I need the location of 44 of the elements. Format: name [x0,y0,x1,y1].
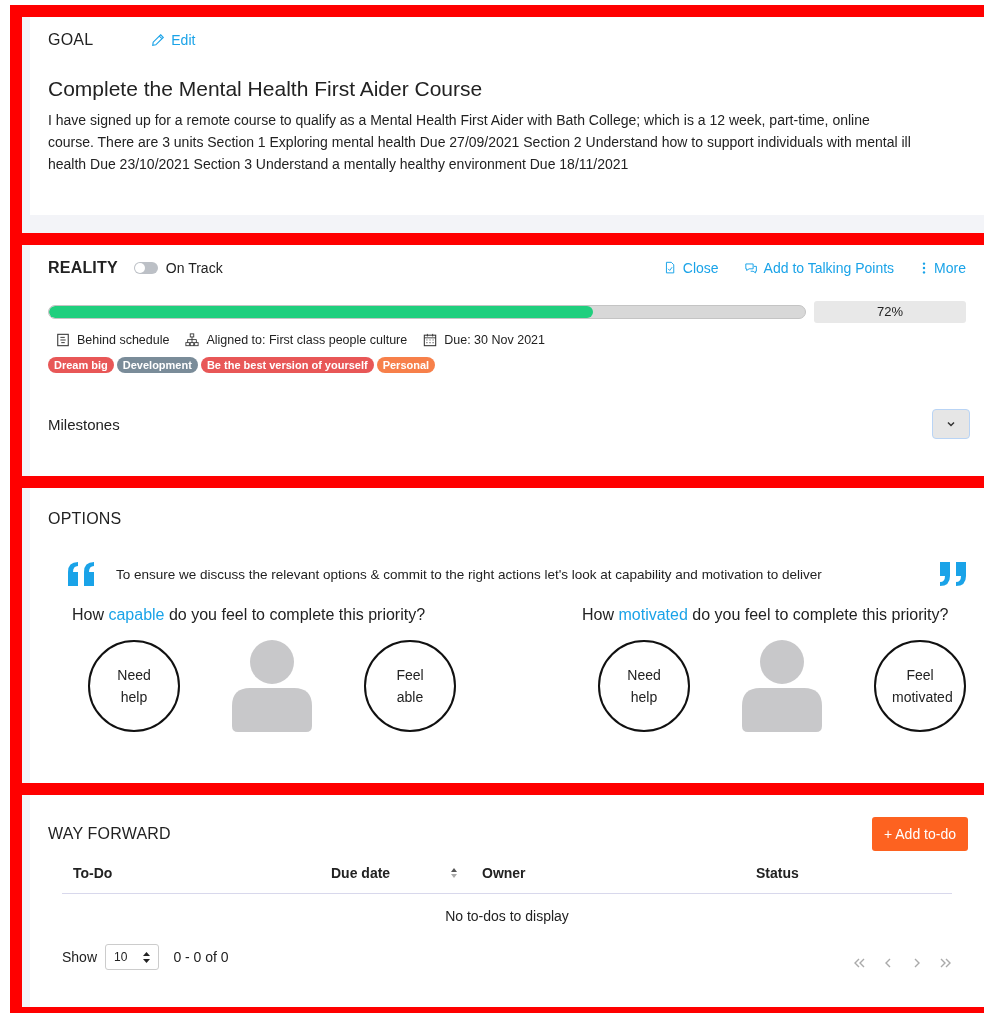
updown-icon [143,951,151,963]
empty-message: No to-dos to display [444,908,570,924]
chevron-down-icon [946,420,956,428]
question-text: How capable do you feel to complete this priority? [72,606,427,624]
person-icon [742,640,822,732]
section-heading: REALITY [48,259,118,277]
page-size-select[interactable]: 10 [105,944,160,970]
toggle-switch[interactable]: On Track [133,260,223,276]
rating-option[interactable]: Need help [598,640,690,732]
milestones-label: Milestones [48,415,120,433]
rating-option[interactable]: Need help [88,640,180,732]
chat-icon [744,261,758,275]
tag: Personal [376,357,436,373]
pencil-icon [151,33,166,47]
first-page-icon[interactable] [853,957,865,969]
tag: Be the best version of yourself [200,357,374,373]
column-header: Owner [482,865,527,881]
sort-icon [450,867,458,879]
calendar-icon [423,333,438,347]
person-icon [232,640,312,732]
section-heading: GOAL [48,31,94,49]
column-header: Status [756,865,800,881]
column-header: To-Do [73,865,114,881]
goal-title: Complete the Mental Health First Aider Course [48,77,484,101]
section-heading: OPTIONS [48,510,123,528]
tag: Dream big [48,357,114,373]
show-label: Show [62,949,98,965]
column-header[interactable]: Due date [331,865,482,881]
tag: Development [116,357,198,373]
section-heading: WAY FORWARD [48,825,171,843]
progress-reading: 72% [814,301,966,323]
last-page-icon[interactable] [940,957,952,969]
file-icon [663,261,677,275]
expand-button[interactable] [932,409,970,439]
meta-label: Due: 30 Nov 2021 [444,333,545,347]
goal-description: I have signed up for a remote course to qualify as a Mental Health First Aider with Bath College; which is a 12 week, part-time, online course. There are 3 units Section 1 Exploring mental health Due 27/09/2021 Section 2 Understand how to support individuals with mental ill health Due 23/10/2021 Section 3 Understand a mentally healthy environment Due 18/11/2021 [48,111,912,174]
meta-label: Behind schedule [77,333,170,347]
rating-option[interactable]: Feel able [364,640,456,732]
question-text: How motivated do you feel to complete this priority? [582,606,950,624]
hierarchy-icon [185,333,200,347]
meta-label: Aligned to: First class people culture [206,333,408,347]
range-label: 0 - 0 of 0 [173,949,229,965]
rating-option[interactable]: Feel motivated [874,640,966,732]
quote-text: To ensure we discuss the relevant options & commit to the right actions let's look at capability and motivation to deliver [116,566,823,582]
